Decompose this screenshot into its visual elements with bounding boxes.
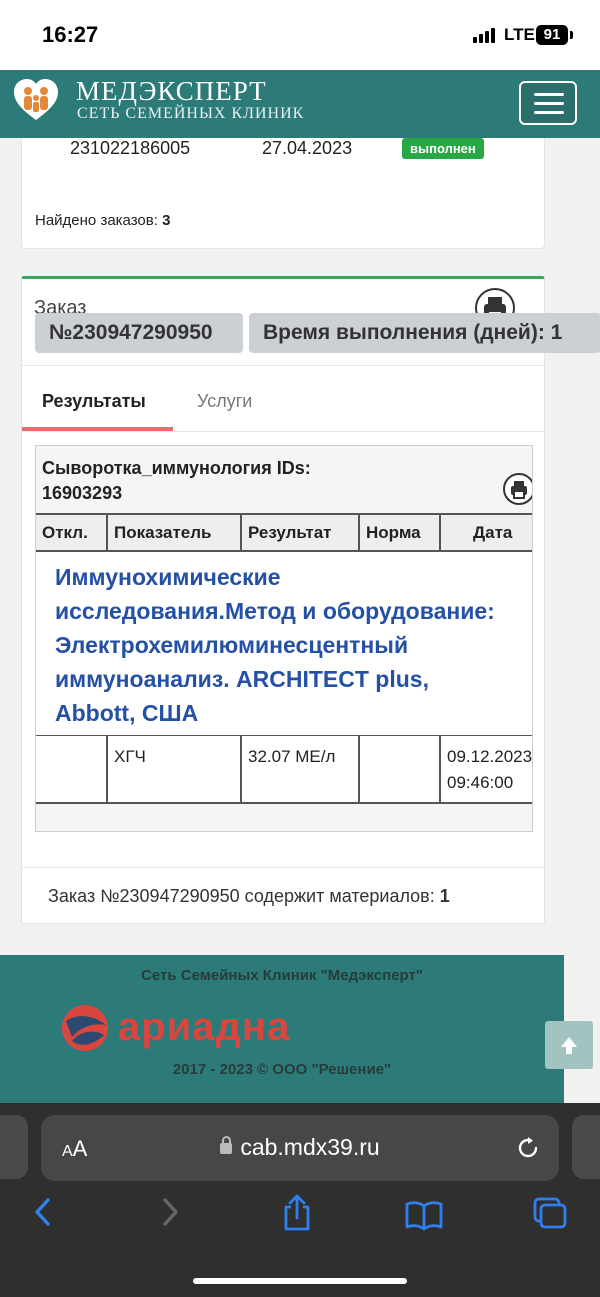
site-header: МЕДЭКСПЕРТ СЕТЬ СЕМЕЙНЫХ КЛИНИК [0, 70, 600, 138]
arrow-up-icon [561, 1037, 577, 1054]
order-detail-card: Заказ №230947290950 Время выполнения (дн… [21, 276, 600, 924]
footer-brand[interactable]: ариадна [118, 1005, 290, 1050]
footer-org-name: Сеть Семейных Клиник "Медэксперт" [141, 967, 423, 984]
tab-services[interactable]: Услуги [197, 391, 252, 412]
col-result[interactable]: Результат [242, 515, 360, 551]
browser-toolbar: AA cab.mdx39.ru [0, 1103, 600, 1297]
brand-name[interactable]: МЕДЭКСПЕРТ [76, 76, 267, 107]
col-norm[interactable]: Норма [360, 515, 441, 551]
address-bar[interactable]: AA cab.mdx39.ru [41, 1115, 559, 1181]
status-badge: выполнен [402, 138, 484, 159]
sample-title: Сыворотка_иммунология IDs: 16903293 [42, 458, 311, 503]
orders-found-count: 3 [162, 212, 171, 229]
divider [22, 365, 544, 366]
order-date: 27.04.2023 [262, 138, 353, 158]
group-header-row: Иммунохимические исследования.Метод и об… [36, 552, 532, 736]
family-heart-logo-icon[interactable] [12, 76, 60, 124]
order-list-row[interactable]: 231022186005 27.04.2023 выполнен [21, 138, 545, 183]
menu-button[interactable] [519, 81, 577, 125]
tabs-divider [22, 431, 544, 432]
row-border [36, 802, 532, 804]
tab-results[interactable]: Результаты [42, 391, 146, 412]
bookmarks-icon[interactable] [404, 1199, 444, 1231]
network-label: LTE [504, 25, 535, 44]
printer-icon [511, 481, 527, 499]
next-tab-peek[interactable] [572, 1115, 600, 1179]
forward-icon[interactable] [157, 1196, 183, 1228]
url-text[interactable]: cab.mdx39.ru [41, 1134, 559, 1161]
cell-result: 32.07 МЕ/л [242, 736, 360, 802]
lock-icon [220, 1136, 233, 1154]
order-number[interactable]: 231022186005 [70, 138, 190, 159]
home-indicator[interactable] [193, 1278, 407, 1284]
cell-deviation [36, 736, 108, 802]
col-deviation[interactable]: Откл. [36, 515, 108, 551]
group-header-text: Иммунохимические исследования.Метод и об… [55, 564, 495, 726]
battery-icon: 91 [536, 25, 568, 45]
footer-copyright: 2017 - 2023 © ООО "Решение" [172, 1061, 392, 1078]
signal-icon [473, 28, 495, 43]
brand-subtitle: СЕТЬ СЕМЕЙНЫХ КЛИНИК [77, 105, 305, 122]
scroll-to-top-button[interactable] [545, 1021, 593, 1069]
sample-results-panel: Сыворотка_иммунология IDs: 16903293 Откл… [35, 445, 533, 832]
materials-count: 1 [439, 886, 450, 906]
order-number-pill: №230947290950 [35, 313, 243, 353]
col-date[interactable]: Дата [441, 515, 532, 551]
sample-print-button[interactable] [503, 473, 532, 505]
cell-date: 09.12.2023 09:46:00 [447, 747, 533, 792]
previous-tab-peek[interactable] [0, 1115, 28, 1179]
col-indicator[interactable]: Показатель [108, 515, 242, 551]
back-icon[interactable] [30, 1196, 56, 1228]
divider [22, 867, 544, 868]
materials-summary: Заказ №230947290950 содержит материалов:… [48, 886, 450, 906]
battery-cap [570, 31, 573, 39]
share-icon[interactable] [280, 1193, 314, 1233]
status-bar: 16:27 LTE 91 [0, 0, 600, 70]
site-footer: Сеть Семейных Клиник "Медэксперт" ариадн… [0, 955, 564, 1103]
hamburger-icon [534, 93, 564, 96]
reload-icon[interactable] [515, 1135, 541, 1161]
orders-found-text: Найдено заказов: 3 [35, 212, 171, 229]
table-row: ХГЧ 32.07 МЕ/л 09.12.2023 09:46:00 [36, 736, 533, 802]
tabs-icon[interactable] [531, 1196, 569, 1232]
status-time: 16:27 [42, 22, 99, 47]
cell-norm [360, 736, 441, 802]
cell-indicator: ХГЧ [108, 736, 242, 802]
orders-summary: Найдено заказов: 3 [21, 182, 545, 249]
execution-time-pill: Время выполнения (дней): 1 [249, 313, 600, 353]
ariadna-logo-icon[interactable] [60, 1003, 110, 1053]
